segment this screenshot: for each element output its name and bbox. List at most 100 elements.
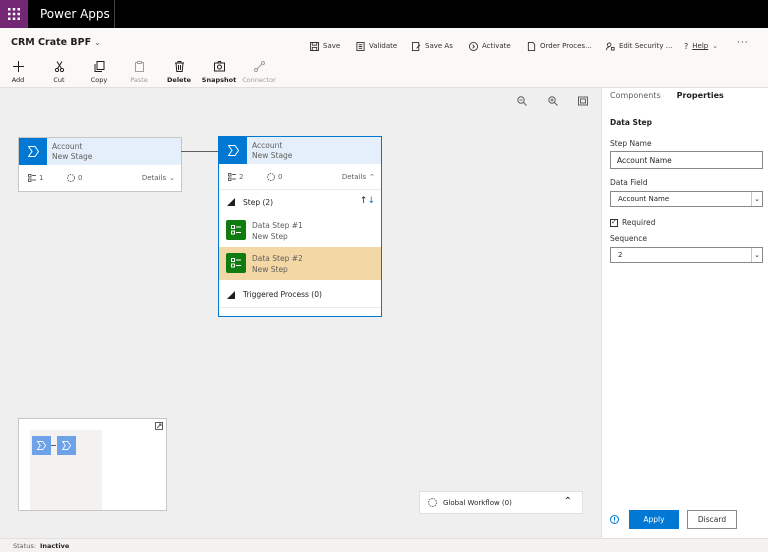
fit-screen-icon bbox=[578, 96, 588, 106]
data-step-selected[interactable]: Data Step #2 New Step bbox=[219, 247, 381, 280]
zoom-out-button[interactable] bbox=[517, 96, 529, 108]
paste-label: Paste bbox=[130, 76, 148, 84]
collapse-triangle-icon bbox=[227, 291, 235, 299]
waffle-icon bbox=[8, 8, 20, 20]
sequence-value: 2 bbox=[618, 251, 623, 259]
validate-label: Validate bbox=[369, 42, 398, 50]
minimap-stage bbox=[57, 436, 76, 455]
stage-name: New Stage bbox=[52, 152, 93, 161]
global-workflow-bar[interactable]: Global Workflow (0) ⌃ bbox=[419, 491, 583, 514]
validate-button[interactable]: Validate bbox=[356, 39, 397, 53]
flows-count: 0 bbox=[267, 173, 282, 181]
header-divider bbox=[114, 0, 115, 28]
flow-icon bbox=[67, 174, 75, 182]
tab-properties[interactable]: Properties bbox=[677, 91, 724, 100]
sequence-select[interactable]: 2 ⌄ bbox=[610, 247, 763, 263]
process-title[interactable]: CRM Crate BPF ⌄ bbox=[11, 37, 101, 48]
stage-name: New Stage bbox=[252, 151, 293, 160]
zoom-in-button[interactable] bbox=[548, 96, 560, 108]
stage-entity: Account bbox=[252, 141, 283, 150]
edit-security-button[interactable]: Edit Security ... bbox=[606, 39, 672, 53]
stage-entity: Account bbox=[52, 142, 83, 151]
app-name: Power Apps bbox=[40, 7, 110, 21]
data-step-icon bbox=[226, 253, 246, 273]
info-icon[interactable] bbox=[610, 515, 619, 524]
required-label: Required bbox=[622, 218, 656, 227]
flows-count-value: 0 bbox=[278, 173, 283, 181]
tab-components[interactable]: Components bbox=[610, 91, 661, 100]
cut-label: Cut bbox=[53, 76, 65, 84]
snapshot-label: Snapshot bbox=[201, 76, 237, 84]
app-launcher-button[interactable] bbox=[0, 0, 28, 28]
collapse-triangle-icon bbox=[227, 198, 235, 206]
help-button[interactable]: ? Help ⌄ bbox=[684, 39, 718, 53]
minimap-stage bbox=[32, 436, 51, 455]
order-process-button[interactable]: Order Proces... bbox=[527, 39, 592, 53]
step-name-input[interactable] bbox=[610, 151, 763, 169]
validate-icon bbox=[356, 41, 365, 51]
stage-header[interactable]: Account New Stage bbox=[219, 137, 381, 164]
triggered-section-header[interactable]: Triggered Process (0) bbox=[219, 280, 381, 308]
reorder-arrows[interactable]: ↑↓ bbox=[360, 196, 375, 206]
checkbox-checked-icon[interactable]: ✓ bbox=[610, 218, 618, 227]
save-as-button[interactable]: Save As bbox=[412, 39, 453, 53]
step-title: Data Step #1 bbox=[252, 221, 303, 230]
chevron-down-icon: ⌄ bbox=[712, 42, 719, 50]
stage-icon-shape bbox=[227, 145, 239, 156]
flows-count-value: 0 bbox=[78, 174, 83, 182]
steps-count-value: 1 bbox=[39, 174, 44, 182]
connector-icon bbox=[253, 61, 265, 72]
stage-label: Account New Stage bbox=[252, 141, 292, 161]
status-label: Status: bbox=[13, 542, 36, 550]
chevron-up-icon[interactable]: ⌃ bbox=[564, 496, 572, 507]
delete-label: Delete bbox=[167, 76, 191, 84]
expand-icon[interactable] bbox=[155, 422, 163, 430]
delete-button[interactable]: Delete bbox=[161, 61, 197, 85]
data-field-label: Data Field bbox=[610, 178, 648, 187]
stage-chevron-icon bbox=[219, 137, 247, 164]
fit-to-screen-button[interactable] bbox=[578, 96, 590, 108]
snapshot-button[interactable]: Snapshot bbox=[201, 61, 237, 85]
status-bar: Status: Inactive bbox=[0, 538, 768, 552]
stage-chevron-icon bbox=[62, 441, 71, 450]
cut-button[interactable]: Cut bbox=[41, 61, 77, 85]
zoom-out-icon bbox=[517, 96, 527, 106]
details-toggle[interactable]: Details ⌃ bbox=[342, 173, 375, 181]
save-button[interactable]: Save bbox=[310, 39, 340, 53]
step-icon-shape bbox=[231, 225, 241, 235]
data-field-value: Account Name bbox=[618, 195, 670, 203]
paste-icon bbox=[134, 61, 144, 72]
more-options-icon[interactable]: ··· bbox=[737, 38, 749, 48]
workflow-icon bbox=[428, 498, 437, 507]
cut-icon bbox=[54, 61, 64, 72]
stage-chevron-icon bbox=[37, 441, 46, 450]
paste-button[interactable]: Paste bbox=[121, 61, 157, 85]
security-icon bbox=[606, 41, 615, 51]
add-button[interactable]: Add bbox=[0, 61, 36, 85]
copy-icon bbox=[94, 61, 104, 72]
stage-header[interactable]: Account New Stage bbox=[19, 138, 181, 165]
minimap[interactable] bbox=[18, 418, 167, 511]
stage-card[interactable]: Account New Stage 2 0 Details ⌃ Step (2)… bbox=[218, 136, 382, 317]
step-name-label: Step Name bbox=[610, 139, 652, 148]
required-checkbox[interactable]: ✓ Required bbox=[610, 218, 655, 227]
discard-button[interactable]: Discard bbox=[687, 510, 737, 529]
chevron-down-icon: ⌄ bbox=[751, 192, 762, 206]
step-section-header[interactable]: Step (2) ↑↓ bbox=[219, 190, 381, 214]
activate-button[interactable]: Activate bbox=[469, 39, 511, 53]
details-toggle[interactable]: Details ⌄ bbox=[142, 174, 175, 182]
data-field-select[interactable]: Account Name ⌄ bbox=[610, 191, 763, 207]
stage-card[interactable]: Account New Stage 1 0 Details ⌄ bbox=[18, 137, 182, 192]
connector-button[interactable]: Connector bbox=[241, 61, 277, 85]
apply-button[interactable]: Apply bbox=[629, 510, 679, 529]
data-step[interactable]: Data Step #1 New Step bbox=[219, 214, 381, 247]
order-process-label: Order Proces... bbox=[540, 42, 592, 50]
command-bar: CRM Crate BPF ⌄ Save Validate Save As Ac… bbox=[0, 28, 768, 88]
activate-label: Activate bbox=[482, 42, 511, 50]
save-icon bbox=[310, 41, 319, 51]
chevron-down-icon: ⌄ bbox=[169, 174, 175, 182]
stage-icon-shape bbox=[27, 146, 39, 157]
arrow-down-icon[interactable]: ↓ bbox=[367, 196, 375, 206]
steps-count: 2 bbox=[228, 173, 243, 181]
copy-button[interactable]: Copy bbox=[81, 61, 117, 85]
